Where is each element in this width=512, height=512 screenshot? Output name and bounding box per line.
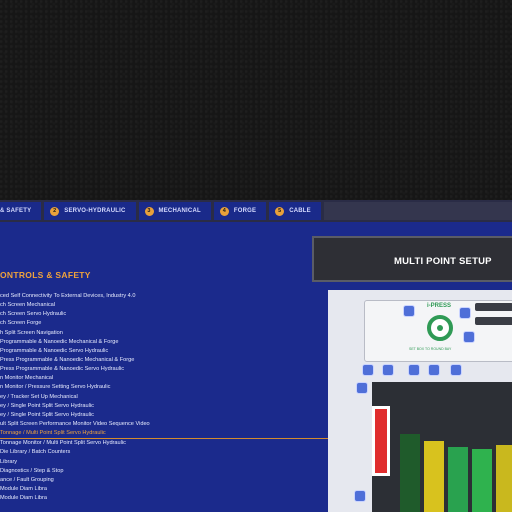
control-chip[interactable] xyxy=(459,307,471,319)
section-title: ONTROLS & SAFETY xyxy=(0,270,91,280)
status-pill xyxy=(475,317,512,325)
feature-item: ch Screen Mechanical xyxy=(0,302,56,309)
bar-fill xyxy=(496,445,512,512)
press-subtext: SET BOX TO ROUND BAY xyxy=(409,347,452,351)
tab-number: 4 xyxy=(219,206,229,216)
control-chip[interactable] xyxy=(463,331,475,343)
tab-label: MECHANICAL xyxy=(158,208,201,214)
feature-list: ced Self Connectivity To External Device… xyxy=(0,292,330,503)
status-pill xyxy=(475,303,512,311)
control-chip[interactable] xyxy=(403,305,415,317)
tab-number: 2 xyxy=(50,206,60,216)
status-ring-icon xyxy=(427,315,453,341)
feature-item: Tonnage / Multi Point Split Servo Hydrau… xyxy=(0,429,330,440)
feature-item: Tonnage Monitor / Multi Point Split Serv… xyxy=(0,440,126,447)
bar-fill xyxy=(400,434,420,512)
tonnage-bar-chart xyxy=(372,382,512,512)
tab-bar-filler xyxy=(323,202,512,220)
control-chip[interactable] xyxy=(408,364,420,376)
feature-item: n Monitor / Pressure Setting Servo Hydra… xyxy=(0,384,111,391)
feature-item: Module Diam Libra xyxy=(0,485,47,492)
background-surface xyxy=(0,0,512,202)
hmi-preview: i-PRESS SET BOX TO ROUND BAY xyxy=(328,290,512,512)
tab-number: 3 xyxy=(144,206,154,216)
control-chip[interactable] xyxy=(382,364,394,376)
feature-item: ey / Tracker Set Up Mechanical xyxy=(0,393,78,400)
screen-header: MULTI POINT SETUP xyxy=(312,236,512,282)
tab-label: CABLE xyxy=(289,208,311,214)
feature-item: h Split Screen Navigation xyxy=(0,329,63,336)
tab-bar: & SAFETY 2 SERVO-HYDRAULIC 3 MECHANICAL … xyxy=(0,200,512,222)
tab-forge[interactable]: 4 FORGE xyxy=(213,202,267,220)
control-chip[interactable] xyxy=(362,364,374,376)
tab-label: SERVO-HYDRAULIC xyxy=(64,208,126,214)
tab-mechanical[interactable]: 3 MECHANICAL xyxy=(138,202,211,220)
feature-item: Press Programmable & Nanoedic Mechanical… xyxy=(0,356,135,363)
press-status-card: i-PRESS SET BOX TO ROUND BAY xyxy=(364,300,512,362)
feature-item: ey / Single Point Split Servo Hydraulic xyxy=(0,402,94,409)
tonnage-bar xyxy=(496,382,512,512)
feature-item: ult Split Screen Performance Monitor Vid… xyxy=(0,420,150,427)
feature-item: Module Diam Libra xyxy=(0,495,47,502)
tab-number: 5 xyxy=(275,206,285,216)
tab-safety[interactable]: & SAFETY xyxy=(0,202,42,220)
tab-servo-hydraulic[interactable]: 2 SERVO-HYDRAULIC xyxy=(44,202,136,220)
tonnage-bar xyxy=(448,382,468,512)
feature-item: ance / Fault Grouping xyxy=(0,476,54,483)
tab-label: & SAFETY xyxy=(0,208,32,214)
feature-item: ey / Single Point Split Servo Hydraulic xyxy=(0,411,94,418)
screen-title: MULTI POINT SETUP xyxy=(394,256,492,267)
press-label: i-PRESS xyxy=(427,303,452,309)
control-chip[interactable] xyxy=(428,364,440,376)
tab-label: FORGE xyxy=(233,208,257,214)
tonnage-bar xyxy=(472,382,492,512)
feature-item: Library xyxy=(0,458,18,465)
red-level-bar xyxy=(372,406,390,476)
feature-item: Die Library / Batch Counters xyxy=(0,449,71,456)
control-chip[interactable] xyxy=(450,364,462,376)
feature-item: Programmable & Nanoedic Mechanical & For… xyxy=(0,338,119,345)
feature-item: ch Screen Forge xyxy=(0,320,42,327)
bar-fill xyxy=(424,441,444,512)
bar-fill xyxy=(472,449,492,512)
control-chip[interactable] xyxy=(354,490,366,502)
bar-fill xyxy=(448,447,468,512)
tab-cable[interactable]: 5 CABLE xyxy=(269,202,321,220)
feature-item: ced Self Connectivity To External Device… xyxy=(0,293,136,299)
feature-item: n Monitor Mechanical xyxy=(0,375,54,382)
feature-item: ch Screen Servo Hydraulic xyxy=(0,311,67,318)
feature-item: Programmable & Nanoedic Servo Hydraulic xyxy=(0,347,109,354)
tonnage-bar xyxy=(424,382,444,512)
monitor-screen: & SAFETY 2 SERVO-HYDRAULIC 3 MECHANICAL … xyxy=(0,200,512,512)
tonnage-bar xyxy=(400,382,420,512)
feature-item: Diagnostics / Step & Stop xyxy=(0,467,64,474)
control-chip[interactable] xyxy=(356,382,368,394)
feature-item: Press Programmable & Nanoedic Servo Hydr… xyxy=(0,366,125,373)
